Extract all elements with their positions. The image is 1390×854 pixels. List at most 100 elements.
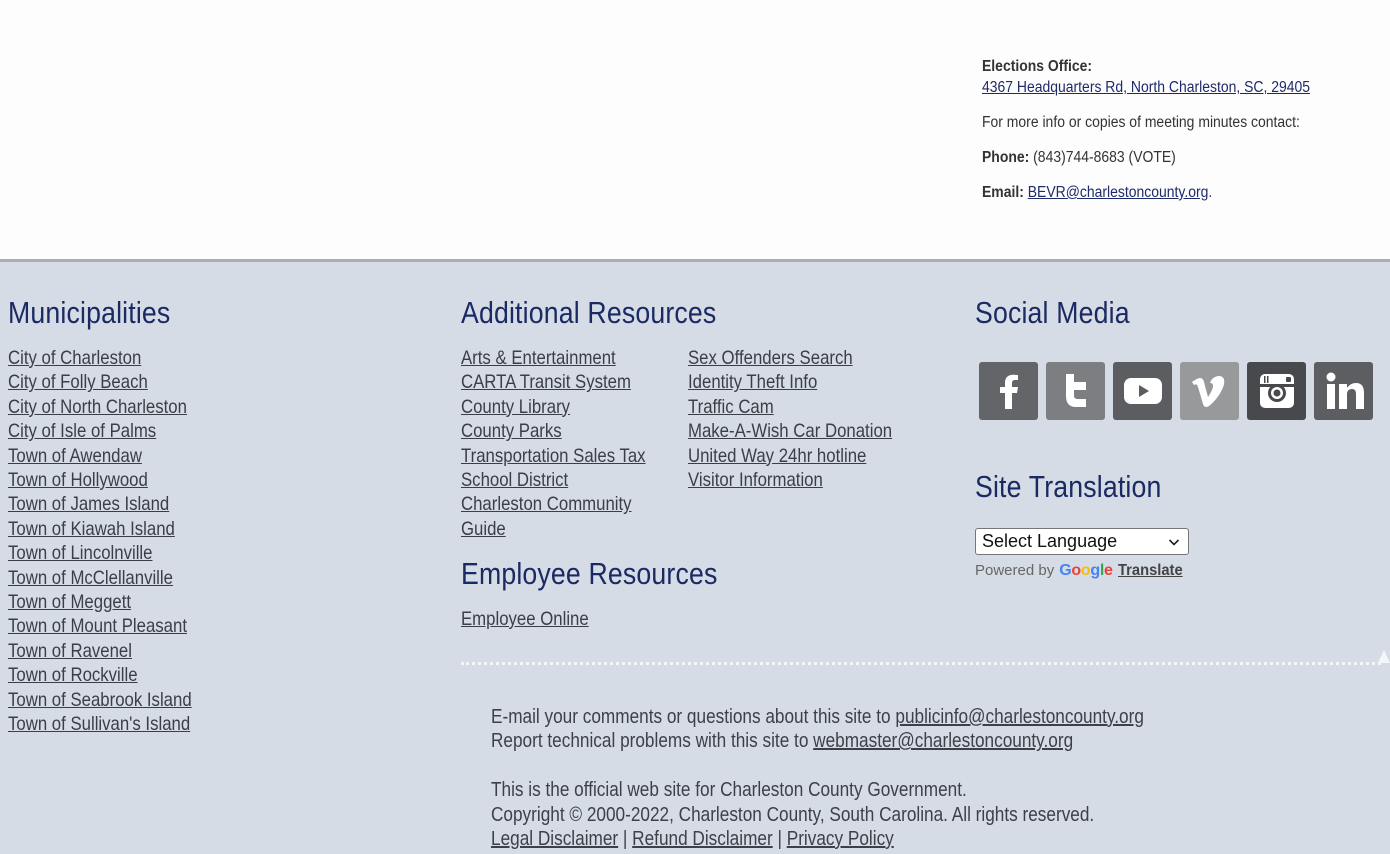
list-item: County Parks: [461, 419, 676, 443]
contact-note: For more info or copies of meeting minut…: [982, 114, 1300, 131]
list-item: Town of Seabrook Island: [8, 688, 222, 712]
vimeo-button[interactable]: [1180, 362, 1239, 420]
resource-link[interactable]: Transportation Sales Tax: [461, 444, 646, 468]
instagram-button[interactable]: [1247, 362, 1306, 420]
resource-link[interactable]: Make-A-Wish Car Donation: [688, 419, 892, 443]
employee-online-link[interactable]: Employee Online: [461, 607, 589, 631]
municipality-link[interactable]: Town of Hollywood: [8, 468, 148, 492]
social-media-heading: Social Media: [975, 295, 1130, 330]
twitter-button[interactable]: [1046, 362, 1105, 420]
list-item: Town of Rockville: [8, 663, 222, 687]
list-item: Town of James Island: [8, 492, 222, 516]
list-item: City of North Charleston: [8, 395, 222, 419]
additional-resources-list-1: Arts & Entertainment CARTA Transit Syste…: [461, 346, 676, 541]
elections-email-link[interactable]: BEVR@charlestoncounty.org: [1028, 184, 1209, 201]
list-item: Transportation Sales Tax: [461, 444, 676, 468]
municipality-link[interactable]: City of Charleston: [8, 346, 141, 370]
municipality-link[interactable]: City of Isle of Palms: [8, 419, 156, 443]
google-translate-link[interactable]: Translate: [1118, 562, 1183, 580]
list-item: Employee Online: [461, 607, 610, 631]
comments-line: E-mail your comments or questions about …: [491, 705, 1144, 729]
list-item: Visitor Information: [688, 468, 925, 492]
list-item: Town of Ravenel: [8, 639, 222, 663]
municipality-link[interactable]: Town of Kiawah Island: [8, 517, 175, 541]
municipality-link[interactable]: Town of Ravenel: [8, 639, 132, 663]
elections-address-link[interactable]: 4367 Headquarters Rd, North Charleston, …: [982, 79, 1310, 96]
additional-resources-heading: Additional Resources: [461, 295, 717, 330]
site-translation-heading: Site Translation: [975, 469, 1162, 504]
publicinfo-email-link[interactable]: publicinfo@charlestoncounty.org: [895, 706, 1144, 728]
list-item: Town of Meggett: [8, 590, 222, 614]
linkedin-button[interactable]: [1314, 362, 1373, 420]
municipality-link[interactable]: Town of Sullivan's Island: [8, 712, 190, 736]
google-letter: o: [1080, 562, 1091, 579]
linkedin-icon: [1326, 372, 1364, 409]
dotted-divider: [461, 662, 1381, 665]
resource-link[interactable]: Traffic Cam: [688, 395, 774, 419]
resource-link[interactable]: Visitor Information: [688, 468, 823, 492]
resource-link[interactable]: CARTA Transit System: [461, 370, 631, 394]
list-item: County Library: [461, 395, 676, 419]
municipality-link[interactable]: Town of Meggett: [8, 590, 131, 614]
youtube-icon: [1123, 378, 1162, 404]
privacy-policy-link[interactable]: Privacy Policy: [787, 828, 894, 850]
content-area: Elections Office: 4367 Headquarters Rd, …: [0, 0, 1390, 259]
list-item: Town of McClellanville: [8, 566, 222, 590]
municipality-link[interactable]: City of North Charleston: [8, 395, 187, 419]
language-select[interactable]: Select Language: [975, 528, 1189, 555]
vimeo-icon: [1191, 376, 1224, 408]
official-site-text: This is the official web site for Charle…: [491, 779, 967, 802]
municipality-link[interactable]: Town of Seabrook Island: [8, 688, 192, 712]
facebook-button[interactable]: [979, 362, 1038, 420]
municipality-link[interactable]: Town of James Island: [8, 492, 169, 516]
language-select-value: Select Language: [982, 531, 1118, 551]
google-letter: e: [1103, 562, 1113, 579]
employee-resources-list: Employee Online: [461, 607, 610, 631]
municipality-link[interactable]: Town of Lincolnville: [8, 541, 152, 565]
site-footer: Municipalities City of Charleston City o…: [0, 259, 1390, 854]
link-separator: |: [618, 828, 633, 851]
phone-label: Phone:: [982, 149, 1030, 166]
list-item: Make-A-Wish Car Donation: [688, 419, 925, 443]
link-separator: |: [772, 828, 787, 851]
youtube-button[interactable]: [1113, 362, 1172, 420]
municipality-link[interactable]: Town of Mount Pleasant: [8, 614, 187, 638]
resource-link[interactable]: Guide: [461, 517, 506, 541]
resource-link[interactable]: School District: [461, 468, 568, 492]
elections-office-label: Elections Office:: [982, 58, 1093, 75]
municipality-link[interactable]: Town of McClellanville: [8, 566, 173, 590]
divider-arrow-icon: [1378, 650, 1390, 663]
list-item: Town of Lincolnville: [8, 541, 222, 565]
legal-disclaimer-link[interactable]: Legal Disclaimer: [491, 828, 618, 850]
google-letter: G: [1059, 562, 1072, 579]
resource-link[interactable]: County Parks: [461, 419, 562, 443]
list-item: City of Isle of Palms: [8, 419, 222, 443]
footer-legal: E-mail your comments or questions about …: [491, 705, 1250, 851]
municipality-link[interactable]: Town of Awendaw: [8, 444, 142, 468]
list-item: School District: [461, 468, 676, 492]
resource-link[interactable]: Sex Offenders Search: [688, 346, 853, 370]
list-item: Town of Hollywood: [8, 468, 222, 492]
list-item: Town of Mount Pleasant: [8, 614, 222, 638]
list-item: Arts & Entertainment: [461, 346, 676, 370]
resource-link[interactable]: United Way 24hr hotline: [688, 444, 866, 468]
employee-resources-heading: Employee Resources: [461, 556, 718, 591]
email-suffix: .: [1208, 184, 1213, 201]
list-item: City of Charleston: [8, 346, 222, 370]
resource-link[interactable]: Arts & Entertainment: [461, 346, 616, 370]
list-item: Town of Kiawah Island: [8, 517, 222, 541]
report-text: Report technical problems with this site…: [491, 730, 814, 753]
resource-link[interactable]: County Library: [461, 395, 570, 419]
resource-link[interactable]: Charleston Community: [461, 492, 632, 516]
google-logo: Google: [1059, 562, 1113, 580]
list-item: Traffic Cam: [688, 395, 925, 419]
resource-link[interactable]: Identity Theft Info: [688, 370, 817, 394]
email-label: Email:: [982, 184, 1024, 201]
webmaster-email-link[interactable]: webmaster@charlestoncounty.org: [813, 730, 1073, 752]
refund-disclaimer-link[interactable]: Refund Disclaimer: [632, 828, 773, 850]
list-item: Guide: [461, 517, 676, 541]
copyright-text: Copyright © 2000-2022, Charleston County…: [491, 803, 1095, 826]
municipality-link[interactable]: City of Folly Beach: [8, 370, 148, 394]
instagram-icon: [1259, 374, 1294, 408]
municipality-link[interactable]: Town of Rockville: [8, 663, 138, 687]
